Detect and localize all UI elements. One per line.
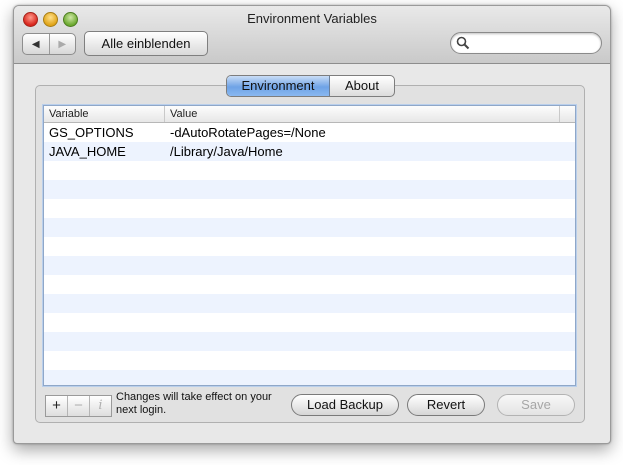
login-notice: Changes will take effect on your next lo… bbox=[116, 391, 272, 416]
preferences-window: Environment Variables ◀ ▶ Alle einblende… bbox=[13, 5, 611, 444]
table-row[interactable] bbox=[44, 218, 575, 237]
search-icon bbox=[456, 36, 470, 50]
table-row[interactable] bbox=[44, 180, 575, 199]
value-cell[interactable] bbox=[165, 180, 575, 199]
remove-variable-button[interactable]: − bbox=[67, 396, 89, 416]
table-row[interactable] bbox=[44, 294, 575, 313]
variable-cell[interactable] bbox=[44, 180, 165, 199]
value-cell[interactable] bbox=[165, 218, 575, 237]
variable-cell[interactable] bbox=[44, 161, 165, 180]
table-row[interactable]: JAVA_HOME/Library/Java/Home bbox=[44, 142, 575, 161]
column-header-value[interactable]: Value bbox=[165, 106, 560, 122]
table-row[interactable] bbox=[44, 237, 575, 256]
value-cell[interactable] bbox=[165, 313, 575, 332]
variable-cell[interactable] bbox=[44, 351, 165, 370]
table-row[interactable] bbox=[44, 351, 575, 370]
variable-cell[interactable] bbox=[44, 332, 165, 351]
table-row[interactable] bbox=[44, 275, 575, 294]
table-row[interactable] bbox=[44, 256, 575, 275]
value-cell[interactable] bbox=[165, 332, 575, 351]
tab-environment[interactable]: Environment bbox=[227, 76, 330, 96]
revert-button[interactable]: Revert bbox=[407, 394, 485, 416]
save-button[interactable]: Save bbox=[497, 394, 575, 416]
tab-about[interactable]: About bbox=[330, 76, 394, 96]
variable-cell[interactable] bbox=[44, 237, 165, 256]
back-button[interactable]: ◀ bbox=[23, 34, 49, 54]
title-bar: Environment Variables ◀ ▶ Alle einblende… bbox=[14, 6, 610, 64]
add-variable-button[interactable]: + bbox=[46, 396, 67, 416]
search-field[interactable] bbox=[450, 32, 602, 54]
variable-cell[interactable]: GS_OPTIONS bbox=[44, 123, 165, 142]
value-cell[interactable] bbox=[165, 275, 575, 294]
info-button[interactable]: i bbox=[89, 396, 111, 416]
variable-cell[interactable] bbox=[44, 313, 165, 332]
table-row[interactable] bbox=[44, 332, 575, 351]
table-body: GS_OPTIONS -dAutoRotatePages=/None JAVA_HO… bbox=[44, 123, 575, 385]
value-cell[interactable]: /Library/Java/Home bbox=[165, 142, 575, 161]
value-cell[interactable] bbox=[165, 161, 575, 180]
forward-arrow-icon: ▶ bbox=[58, 38, 67, 50]
variable-cell[interactable] bbox=[44, 370, 165, 385]
forward-button[interactable]: ▶ bbox=[48, 34, 76, 54]
value-cell[interactable] bbox=[165, 237, 575, 256]
variable-cell[interactable]: JAVA_HOME bbox=[44, 142, 165, 161]
table-row[interactable] bbox=[44, 161, 575, 180]
column-header-spacer bbox=[560, 106, 575, 122]
value-cell[interactable] bbox=[165, 294, 575, 313]
value-cell[interactable] bbox=[165, 351, 575, 370]
variable-cell[interactable] bbox=[44, 199, 165, 218]
search-input[interactable] bbox=[473, 35, 595, 51]
value-cell[interactable]: -dAutoRotatePages=/None bbox=[165, 123, 575, 142]
window-title: Environment Variables bbox=[247, 11, 377, 26]
back-forward-control: ◀ ▶ bbox=[22, 33, 76, 55]
value-cell[interactable] bbox=[165, 256, 575, 275]
variable-cell[interactable] bbox=[44, 218, 165, 237]
value-cell[interactable] bbox=[165, 370, 575, 385]
table-row[interactable] bbox=[44, 370, 575, 385]
variables-table[interactable]: Variable Value GS_OPTIONS -dAutoRotatePag… bbox=[43, 105, 576, 386]
back-arrow-icon: ◀ bbox=[31, 38, 40, 50]
variable-cell[interactable] bbox=[44, 256, 165, 275]
value-cell[interactable] bbox=[165, 199, 575, 218]
table-header: Variable Value bbox=[44, 106, 575, 123]
table-row[interactable]: GS_OPTIONS -dAutoRotatePages=/None bbox=[44, 123, 575, 142]
tab-selector: Environment About bbox=[226, 75, 395, 97]
column-header-variable[interactable]: Variable bbox=[44, 106, 165, 122]
table-row[interactable] bbox=[44, 199, 575, 218]
row-edit-buttons: + − i bbox=[45, 395, 112, 417]
table-row[interactable] bbox=[44, 313, 575, 332]
load-backup-button[interactable]: Load Backup bbox=[291, 394, 399, 416]
show-all-button[interactable]: Alle einblenden bbox=[84, 31, 208, 56]
variable-cell[interactable] bbox=[44, 275, 165, 294]
variable-cell[interactable] bbox=[44, 294, 165, 313]
